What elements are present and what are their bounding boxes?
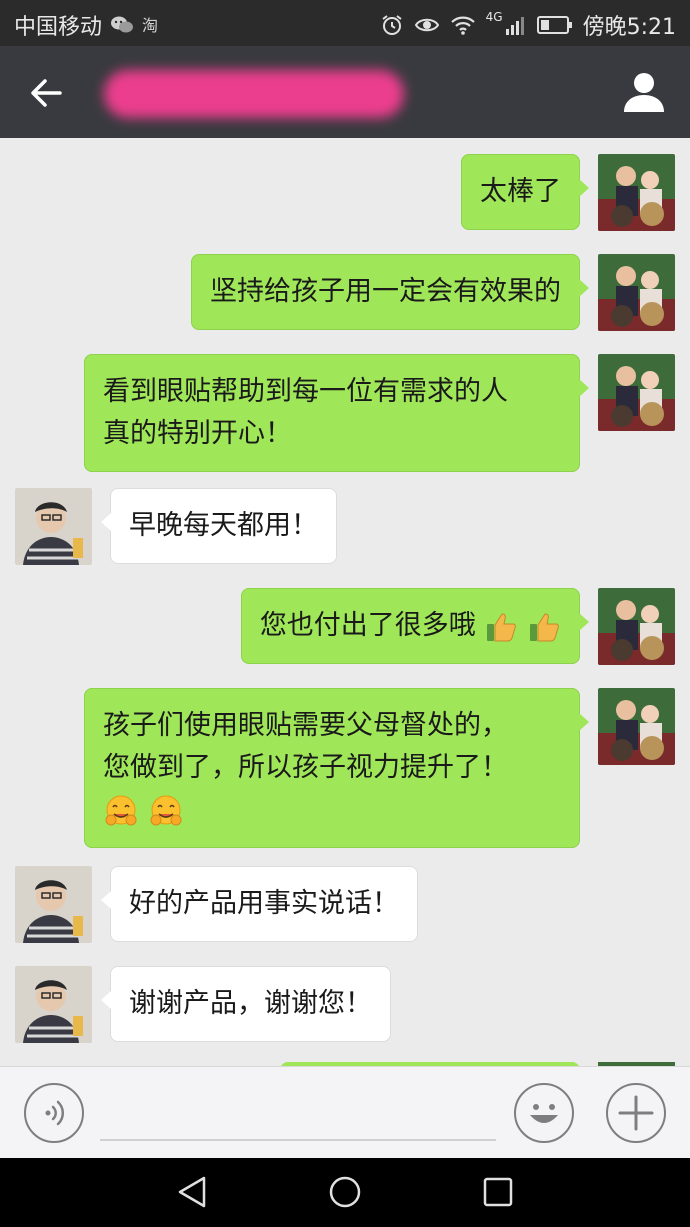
message-text: 谢谢产品，谢谢您！ <box>129 988 372 1019</box>
message-bubble-sent[interactable]: 孩子们使用眼贴需要父母督处的， 您做到了，所以孩子视力提升了！ <box>84 688 589 848</box>
svg-text:淘: 淘 <box>142 16 158 35</box>
message-text: 太棒了 <box>480 176 561 207</box>
avatar-contact[interactable] <box>15 488 92 565</box>
message-row: 好的产品用事实说话！ <box>0 852 690 952</box>
person-icon <box>624 73 664 112</box>
back-button[interactable] <box>26 72 68 114</box>
home-circle-icon <box>329 1176 361 1208</box>
message-bubble-sent[interactable]: 坚持给孩子用一定会有效果的 <box>191 254 589 330</box>
avatar-self[interactable] <box>598 154 675 231</box>
battery-icon <box>536 16 572 34</box>
message-text-line: 孩子们使用眼贴需要父母督处的， <box>103 710 508 741</box>
system-nav-bar <box>0 1158 690 1227</box>
chat-header <box>0 46 690 138</box>
message-row: 早晚每天都用！ <box>0 474 690 574</box>
message-text-input[interactable] <box>100 1087 496 1141</box>
arrow-left-icon <box>31 79 62 107</box>
message-bubble-received[interactable]: 早晚每天都用！ <box>101 488 337 564</box>
signal-icon <box>505 17 524 35</box>
wifi-icon <box>450 16 475 35</box>
network-type-label: 4G <box>485 10 503 24</box>
chat-info-button[interactable] <box>620 68 668 116</box>
message-row: 孩子们使用眼贴需要父母督处的， 您做到了，所以孩子视力提升了！ <box>0 674 690 854</box>
message-text-line: 您做到了，所以孩子视力提升了！ <box>103 752 508 783</box>
message-text: 您也付出了很多哦 <box>259 610 476 641</box>
thumbs-up-icon <box>530 612 559 641</box>
hug-emoji-icon <box>105 795 137 825</box>
smiley-icon <box>530 1104 558 1123</box>
message-text-line: 看到眼贴帮助到每一位有需求的人 <box>103 376 508 407</box>
avatar-self[interactable] <box>598 254 675 331</box>
avatar-self[interactable] <box>598 688 675 765</box>
message-text: 坚持给孩子用一定会有效果的 <box>210 276 561 307</box>
avatar-self[interactable] <box>598 588 675 665</box>
clock-label: 傍晚5:21 <box>582 15 676 40</box>
thumbs-up-icon <box>487 612 517 641</box>
nav-back-button[interactable] <box>172 1172 212 1212</box>
carrier-label: 中国移动 <box>14 15 103 40</box>
plus-icon <box>618 1095 654 1131</box>
taobao-icon: 淘 <box>142 16 158 35</box>
message-bubble-received[interactable]: 好的产品用事实说话！ <box>101 866 418 942</box>
message-text: 好的产品用事实说话！ <box>129 888 399 919</box>
alarm-icon <box>382 15 402 35</box>
voice-input-button[interactable] <box>24 1083 84 1143</box>
message-row: 坚持给孩子用一定会有效果的 <box>0 238 690 338</box>
chat-message-list[interactable]: 太棒了 坚持给孩子用一定会有效果的 看到眼贴帮助到每一位有需求的人 真的特别开心… <box>0 138 690 1066</box>
back-triangle-icon <box>178 1176 206 1208</box>
eye-icon <box>414 18 439 32</box>
message-bubble-sent[interactable]: 您也付出了很多哦 <box>240 588 590 664</box>
message-text: 早晚每天都用！ <box>129 510 318 541</box>
message-bubble-sent[interactable]: 太棒了 <box>461 154 589 230</box>
message-row: 您也付出了很多哦 <box>0 574 690 674</box>
avatar-self[interactable] <box>598 354 675 431</box>
avatar-contact[interactable] <box>15 866 92 943</box>
message-text-line: 真的特别开心！ <box>103 418 292 449</box>
message-input-bar <box>0 1066 690 1158</box>
status-bar: 中国移动 淘 4G 傍晚5:21 <box>0 0 690 46</box>
avatar-contact[interactable] <box>15 966 92 1043</box>
emoji-line <box>103 789 561 831</box>
more-actions-button[interactable] <box>606 1083 666 1143</box>
nav-home-button[interactable] <box>325 1172 365 1212</box>
message-bubble-sent[interactable]: 看到眼贴帮助到每一位有需求的人 真的特别开心！ <box>84 354 589 472</box>
chat-title-obscured <box>104 70 404 118</box>
recents-square-icon <box>483 1177 513 1207</box>
emoji-picker-button[interactable] <box>514 1083 574 1143</box>
message-row: 谢谢产品，谢谢您！ <box>0 952 690 1052</box>
hug-emoji-icon <box>150 795 182 825</box>
message-row: 太棒了 <box>0 138 690 238</box>
message-row: 看到眼贴帮助到每一位有需求的人 真的特别开心！ <box>0 338 690 476</box>
message-bubble-received[interactable]: 谢谢产品，谢谢您！ <box>101 966 391 1042</box>
wechat-icon <box>111 16 134 33</box>
voice-icon <box>45 1100 65 1126</box>
nav-recents-button[interactable] <box>478 1172 518 1212</box>
